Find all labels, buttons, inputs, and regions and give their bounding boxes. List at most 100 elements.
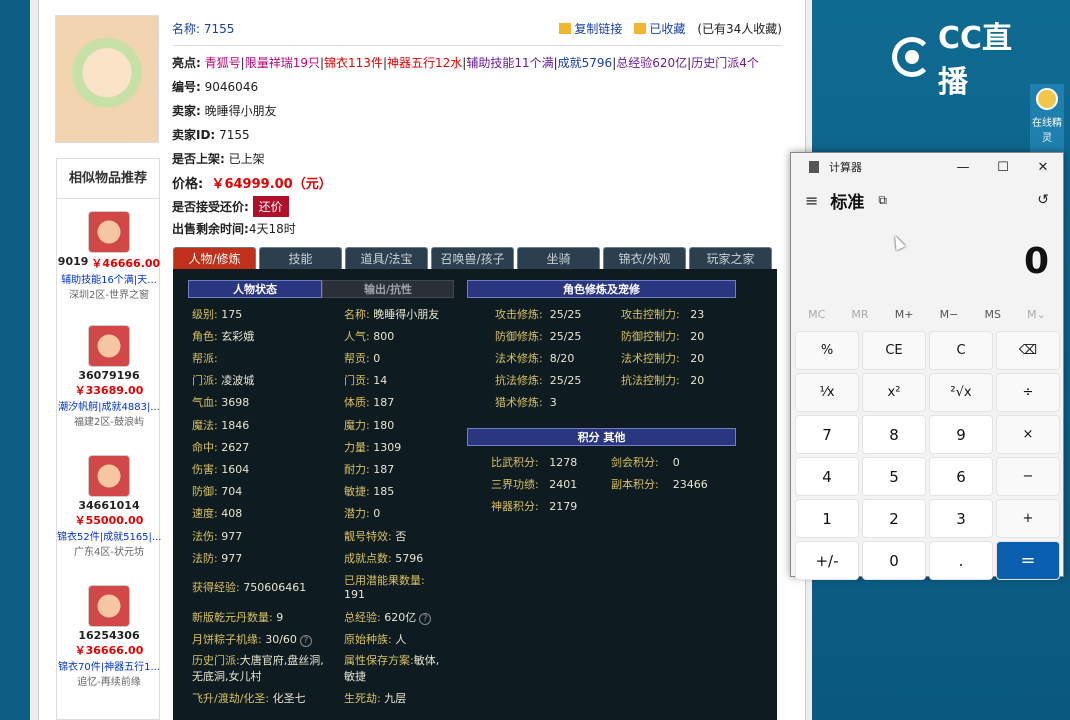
highlight-tag: 总经验620亿 <box>616 56 688 70</box>
m-plus-button[interactable]: M+ <box>895 308 914 321</box>
stat-popularity: 人气: 800 <box>344 330 395 343</box>
resist-header[interactable]: 输出/抗性 <box>322 280 454 298</box>
digit-3-button[interactable]: 3 <box>929 499 993 538</box>
keep-on-top-icon[interactable]: ⧉ <box>878 193 887 208</box>
tab-items[interactable]: 道具/法宝 <box>345 247 428 269</box>
item-server: 深圳2区-世界之窗 <box>69 290 149 301</box>
clear-button[interactable]: C <box>929 331 993 370</box>
stat-magic-damage: 法伤: 977 <box>192 530 243 543</box>
digit-2-button[interactable]: 2 <box>862 499 926 538</box>
digit-0-button[interactable]: 0 <box>862 541 926 580</box>
seller-id-value: 7155 <box>219 128 250 142</box>
bargain-row: 是否接受还价: 还价 <box>172 196 289 217</box>
item-price: ￥36666.00 <box>74 644 144 657</box>
left-background <box>0 0 30 720</box>
subtract-button[interactable]: − <box>996 457 1060 496</box>
reciprocal-button[interactable]: ¹⁄x <box>795 373 859 412</box>
digit-4-button[interactable]: 4 <box>795 457 859 496</box>
mc-button[interactable]: MC <box>808 308 825 321</box>
tab-home[interactable]: 玩家之家 <box>689 247 772 269</box>
item-thumbnail[interactable] <box>88 325 130 367</box>
stat-attr-scheme: 属性保存方案:敏体,敏捷 <box>344 654 440 683</box>
hamburger-menu-icon[interactable]: ≡ <box>805 191 818 210</box>
m-minus-button[interactable]: M− <box>940 308 959 321</box>
highlight-tag: 神器五行12水 <box>386 56 463 70</box>
help-icon[interactable]: ? <box>299 635 312 647</box>
add-button[interactable]: + <box>996 499 1060 538</box>
stat-achievement: 成就点数: 5796 <box>344 552 424 565</box>
digit-7-button[interactable]: 7 <box>795 415 859 454</box>
item-thumbnail[interactable] <box>88 211 130 253</box>
remaining-row: 出售剩余时间:4天18时 <box>172 220 296 237</box>
sqrt-button[interactable]: ²√x <box>929 373 993 412</box>
similar-item[interactable]: 34661014 ￥55000.00 锦衣52件|成就5165|... 广东4区-状元… <box>57 455 161 558</box>
item-tags[interactable]: 锦衣70件|神器五行1... <box>57 658 161 673</box>
item-price: ￥46666.00 <box>91 257 161 270</box>
online-elf-widget[interactable]: 在线精灵 <box>1030 84 1064 154</box>
tab-summons[interactable]: 召唤兽/孩子 <box>431 247 514 269</box>
elf-avatar-icon <box>1036 88 1058 110</box>
item-tags[interactable]: 潮汐帆舸|成就4883|... <box>57 398 161 413</box>
item-thumbnail[interactable] <box>88 585 130 627</box>
similar-item[interactable]: 16254306 ￥36666.00 锦衣70件|神器五行1... 追忆-再续前缘 <box>57 585 161 688</box>
mr-button[interactable]: MR <box>851 308 868 321</box>
calculator-keypad: % CE C ⌫ ¹⁄x x² ²√x ÷ 7 8 9 × 4 5 6 − 1 … <box>791 329 1063 582</box>
highlights-row: 亮点: 青狐号|限量祥瑞19只|锦衣113件|神器五行12水|辅助技能11个满|… <box>172 56 759 70</box>
tab-skills[interactable]: 技能 <box>259 247 342 269</box>
percent-button[interactable]: % <box>795 331 859 370</box>
stat-total-exp: 总经验: 620亿? <box>344 609 432 625</box>
digit-1-button[interactable]: 1 <box>795 499 859 538</box>
multiply-button[interactable]: × <box>996 415 1060 454</box>
stat-damage: 伤害: 1604 <box>192 463 250 476</box>
bargain-button[interactable]: 还价 <box>252 196 289 217</box>
calculator-mode: 标准 <box>830 192 865 213</box>
minimize-icon[interactable]: — <box>943 160 983 175</box>
character-panel: 人物状态 输出/抗性 角色修炼及宠修 积分 其他 级别: 175 角色: 玄彩娥… <box>173 269 777 720</box>
ms-button[interactable]: MS <box>985 308 1001 321</box>
item-tags[interactable]: 锦衣52件|成就5165|... <box>57 528 161 543</box>
item-tags[interactable]: 辅助技能16个满|天... <box>57 271 161 286</box>
stat-school: 门派: 凌波城 <box>192 374 255 387</box>
listed-row: 是否上架: 已上架 <box>172 150 265 167</box>
cult-defense: 防御修炼: 25/25 <box>495 330 582 343</box>
memory-list-button[interactable]: M⌄ <box>1027 308 1046 321</box>
calculator-display: 0 <box>1023 241 1049 282</box>
tab-outfits[interactable]: 锦衣/外观 <box>603 247 686 269</box>
square-button[interactable]: x² <box>862 373 926 412</box>
item-thumbnail[interactable] <box>88 455 130 497</box>
pts-artifact: 神器积分: 2179 <box>491 500 578 513</box>
decimal-button[interactable]: . <box>929 541 993 580</box>
favorite-icon <box>634 23 647 34</box>
tab-character[interactable]: 人物/修炼 <box>173 247 256 269</box>
similar-item[interactable]: 36079196 ￥33689.00 潮汐帆舸|成就4883|... 福建2区-鼓浪屿 <box>57 325 161 428</box>
history-icon[interactable]: ↺ <box>1037 192 1049 208</box>
negate-button[interactable]: +/- <box>795 541 859 580</box>
id-label: 编号: <box>172 80 201 94</box>
seller-id-label: 卖家ID: <box>172 128 216 142</box>
stat-defense: 防御: 704 <box>192 485 243 498</box>
maximize-icon[interactable]: ☐ <box>983 160 1023 175</box>
similar-item[interactable]: 9019 ￥46666.00 辅助技能16个满|天... 深圳2区-世界之窗 <box>57 211 161 301</box>
digit-8-button[interactable]: 8 <box>862 415 926 454</box>
favorite-count: (已有34人收藏) <box>697 22 782 36</box>
digit-6-button[interactable]: 6 <box>929 457 993 496</box>
clear-entry-button[interactable]: CE <box>862 331 926 370</box>
help-icon[interactable]: ? <box>419 613 432 625</box>
status-header[interactable]: 人物状态 <box>188 280 322 298</box>
stat-name: 名称: 晚睡得小朋友 <box>344 308 440 321</box>
divide-button[interactable]: ÷ <box>996 373 1060 412</box>
cc-logo-icon <box>892 37 932 77</box>
name-label: 名称: <box>172 22 201 36</box>
item-server: 广东4区-状元坊 <box>74 547 144 558</box>
close-icon[interactable]: ✕ <box>1023 160 1063 175</box>
cult-magic: 法术修炼: 8/20 <box>495 352 575 365</box>
elf-label: 在线精灵 <box>1032 118 1062 144</box>
backspace-button[interactable]: ⌫ <box>996 331 1060 370</box>
digit-9-button[interactable]: 9 <box>929 415 993 454</box>
tab-mounts[interactable]: 坐骑 <box>517 247 600 269</box>
copy-link-button[interactable]: 复制链接 <box>559 20 622 37</box>
equals-button[interactable]: = <box>996 541 1060 580</box>
digit-5-button[interactable]: 5 <box>862 457 926 496</box>
favorite-button[interactable]: 已收藏 <box>634 20 685 37</box>
pts-dungeon: 副本积分: 23466 <box>611 478 708 491</box>
